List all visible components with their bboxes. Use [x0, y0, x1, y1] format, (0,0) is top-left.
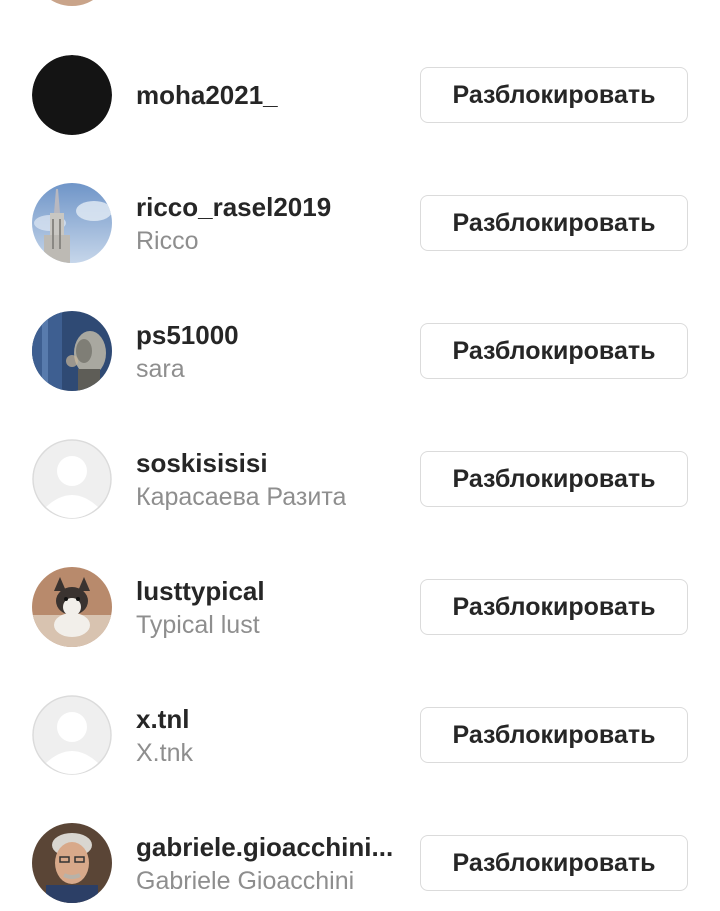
account-username[interactable]: x.tnl	[136, 704, 189, 735]
tower-photo-avatar[interactable]	[32, 183, 112, 263]
blocked-account-row: lusttypical Typical lust Разблокировать	[0, 559, 720, 655]
account-full-name: sara	[136, 355, 185, 383]
unblock-button[interactable]: Разблокировать	[420, 67, 688, 123]
blocked-account-row: moha2021_ Разблокировать	[0, 47, 720, 143]
default-avatar-icon[interactable]	[32, 439, 112, 519]
blocked-account-row: ps51000 sara Разблокировать	[0, 303, 720, 399]
account-full-name: Gabriele Gioacchini	[136, 867, 355, 895]
blocked-account-row: soskisisisi Карасаева Разита Разблокиров…	[0, 431, 720, 527]
blocked-account-row: x.tnl X.tnk Разблокировать	[0, 687, 720, 783]
unblock-button[interactable]: Разблокировать	[420, 579, 688, 635]
unblock-button[interactable]: Разблокировать	[420, 451, 688, 507]
blocked-account-row: gabriele.gioacchini... Gabriele Gioacchi…	[0, 815, 720, 911]
blocked-account-row: ricco_rasel2019 Ricco Разблокировать	[0, 175, 720, 271]
previous-account-avatar[interactable]	[32, 0, 112, 6]
account-full-name: Ricco	[136, 227, 199, 255]
unblock-button[interactable]: Разблокировать	[420, 323, 688, 379]
account-username[interactable]: lusttypical	[136, 576, 265, 607]
account-full-name: Карасаева Разита	[136, 483, 347, 511]
account-username[interactable]: ricco_rasel2019	[136, 192, 331, 223]
unblock-button[interactable]: Разблокировать	[420, 707, 688, 763]
account-full-name: Typical lust	[136, 611, 260, 639]
default-avatar-icon[interactable]	[32, 695, 112, 775]
account-username[interactable]: gabriele.gioacchini...	[136, 832, 393, 863]
account-username[interactable]: soskisisisi	[136, 448, 268, 479]
robot-art-avatar[interactable]	[32, 311, 112, 391]
unblock-button[interactable]: Разблокировать	[420, 835, 688, 891]
account-username[interactable]: moha2021_	[136, 80, 278, 111]
man-photo-avatar[interactable]	[32, 823, 112, 903]
black-circle-avatar[interactable]	[32, 55, 112, 135]
unblock-button[interactable]: Разблокировать	[420, 195, 688, 251]
account-full-name: X.tnk	[136, 739, 193, 767]
account-username[interactable]: ps51000	[136, 320, 239, 351]
husky-photo-avatar[interactable]	[32, 567, 112, 647]
